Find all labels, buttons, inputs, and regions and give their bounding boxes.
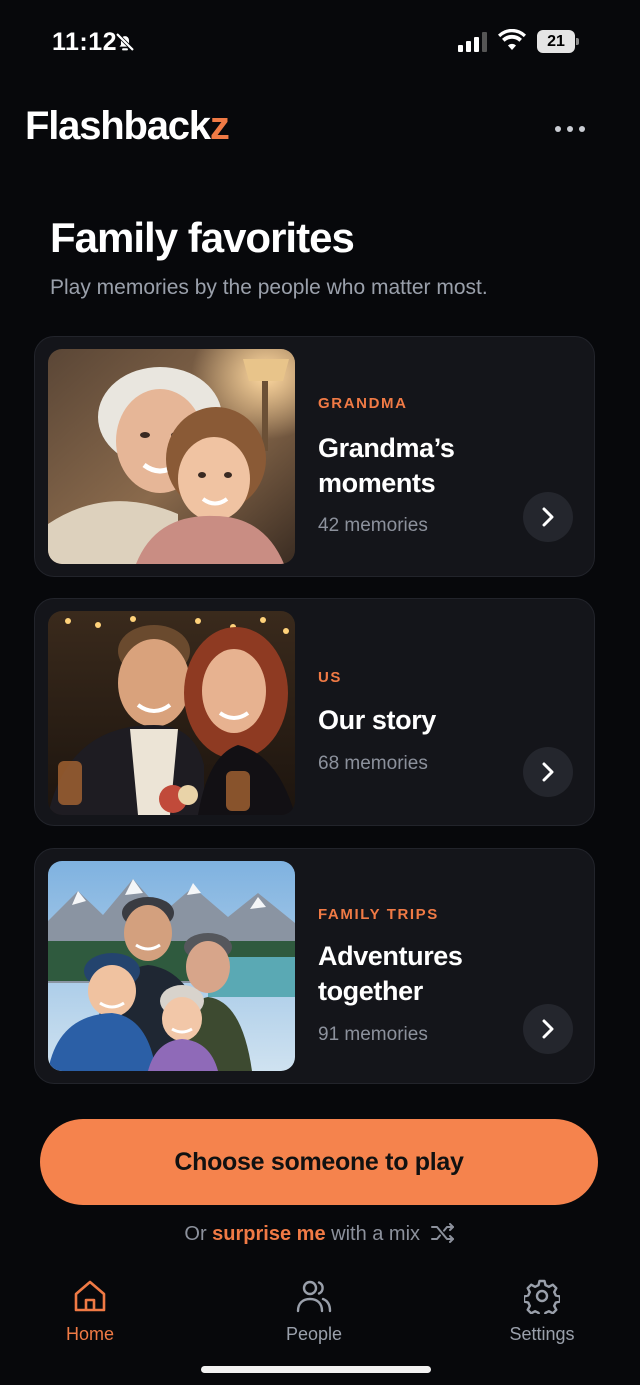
card-tag: US bbox=[318, 669, 343, 686]
tab-settings[interactable]: Settings bbox=[482, 1278, 602, 1345]
surprise-mix-row: Or surprise me with a mix bbox=[0, 1223, 640, 1246]
more-options-icon[interactable] bbox=[548, 118, 592, 140]
cellular-signal-icon bbox=[458, 32, 487, 52]
memory-card-grandma[interactable]: GRANDMA Grandma’s moments 42 memories bbox=[34, 336, 595, 577]
logo-text: Flashback bbox=[25, 104, 211, 148]
grandma-photo bbox=[48, 349, 295, 564]
card-title: Our story bbox=[318, 705, 436, 735]
card-count: 42 memories bbox=[318, 515, 428, 536]
family-trip-photo bbox=[48, 861, 295, 1071]
memory-card-us[interactable]: US Our story 68 memories bbox=[34, 598, 595, 826]
home-icon bbox=[74, 1280, 106, 1312]
logo-accent: z bbox=[209, 104, 230, 148]
wifi-icon bbox=[498, 29, 526, 50]
battery-level: 21 bbox=[537, 30, 575, 53]
page-subtitle: Play memories by the people who matter m… bbox=[50, 276, 488, 299]
status-bar: 11:12 21 bbox=[0, 0, 640, 86]
home-indicator bbox=[201, 1366, 431, 1373]
gear-icon bbox=[524, 1279, 560, 1314]
tab-settings-label: Settings bbox=[509, 1324, 575, 1344]
open-grandma-button[interactable] bbox=[523, 492, 573, 542]
surprise-me-link[interactable]: surprise me bbox=[212, 1223, 325, 1245]
memory-card-family-trips[interactable]: FAMILY TRIPS Adventures together 91 memo… bbox=[34, 848, 595, 1084]
open-family-trips-button[interactable] bbox=[523, 1004, 573, 1054]
card-count: 91 memories bbox=[318, 1024, 428, 1045]
mix-suffix: with a mix bbox=[331, 1223, 421, 1245]
tab-home-label: Home bbox=[65, 1324, 114, 1344]
battery-icon: 21 bbox=[537, 30, 579, 53]
mix-prefix: Or bbox=[184, 1223, 207, 1245]
app-logo: Flashbackz bbox=[25, 104, 230, 149]
card-title: Grandma’s moments bbox=[318, 433, 455, 498]
card-title: Adventures together bbox=[318, 941, 463, 1006]
tab-home[interactable]: Home bbox=[30, 1278, 150, 1345]
status-time: 11:12 bbox=[52, 28, 118, 56]
card-tag: FAMILY TRIPS bbox=[318, 906, 439, 923]
card-tag: GRANDMA bbox=[318, 395, 408, 412]
people-icon bbox=[296, 1280, 332, 1313]
couple-photo bbox=[48, 611, 295, 815]
bell-muted-icon bbox=[115, 32, 135, 52]
chevron-right-icon bbox=[542, 507, 554, 527]
tab-people-label: People bbox=[285, 1324, 343, 1344]
chevron-right-icon bbox=[542, 762, 554, 782]
open-us-button[interactable] bbox=[523, 747, 573, 797]
chevron-right-icon bbox=[542, 1019, 554, 1039]
tab-people[interactable]: People bbox=[254, 1278, 374, 1345]
card-count: 68 memories bbox=[318, 753, 428, 774]
page-title: Family favorites bbox=[50, 214, 355, 261]
choose-someone-button[interactable]: Choose someone to play bbox=[40, 1119, 598, 1205]
shuffle-icon[interactable] bbox=[430, 1223, 456, 1243]
